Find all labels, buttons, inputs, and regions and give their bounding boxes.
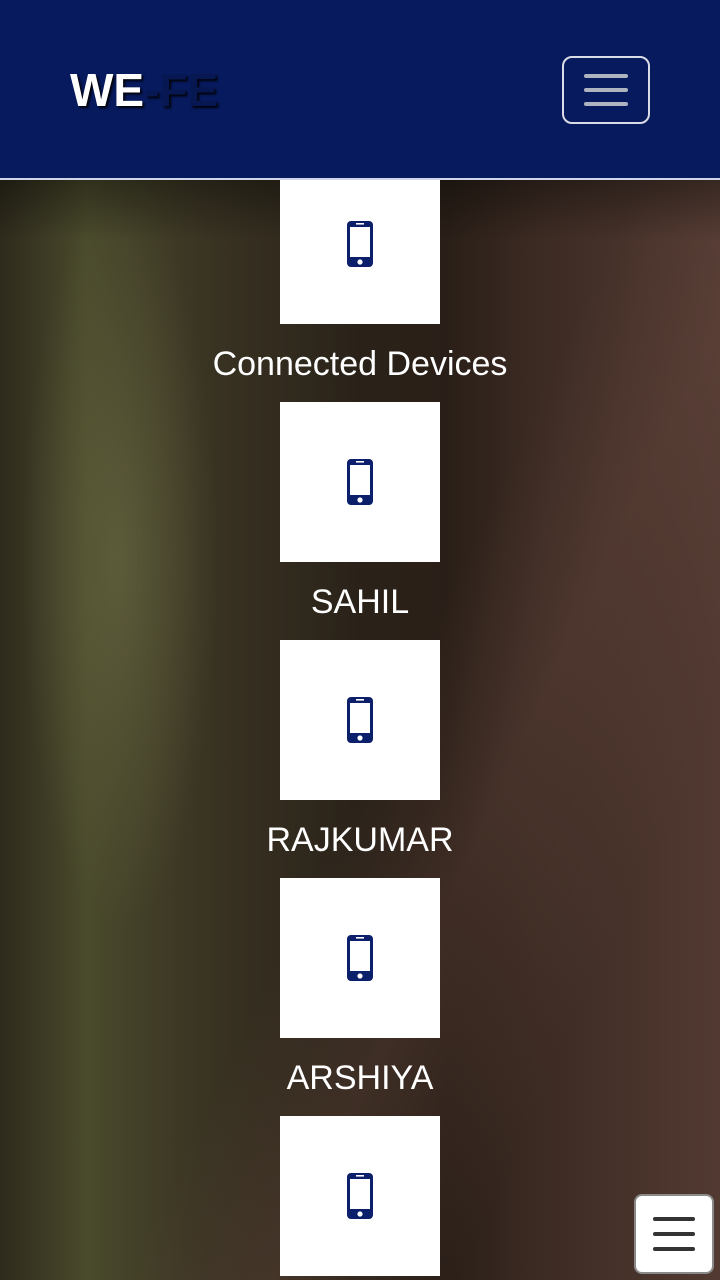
floating-menu-button[interactable]: [634, 1194, 714, 1274]
device-name: ARSHIYA: [286, 1059, 434, 1097]
device-name: SAHIL: [310, 583, 410, 621]
smartphone-icon: [347, 459, 373, 505]
device-card[interactable]: [280, 878, 440, 1038]
device-card[interactable]: [280, 1116, 440, 1276]
device-name: RAJKUMAR: [266, 821, 454, 859]
navbar-toggle-button[interactable]: [562, 56, 650, 124]
smartphone-icon: [347, 221, 373, 267]
hamburger-icon-line: [584, 88, 628, 92]
section-title: Connected Devices: [212, 345, 508, 383]
brand-fe: -FE: [144, 64, 219, 116]
device-card[interactable]: [280, 402, 440, 562]
smartphone-icon: [347, 1173, 373, 1219]
hamburger-icon-line: [653, 1247, 695, 1251]
smartphone-icon: [347, 697, 373, 743]
hamburger-icon-line: [653, 1217, 695, 1221]
device-card[interactable]: [280, 164, 440, 324]
hamburger-icon-line: [653, 1232, 695, 1236]
brand-logo[interactable]: WE-FE: [70, 62, 218, 118]
brand-we: WE: [70, 64, 145, 116]
hamburger-icon-line: [584, 74, 628, 78]
device-list: Connected Devices SAHIL RAJKUMAR ARSHIYA: [0, 164, 720, 1280]
hamburger-icon-line: [584, 102, 628, 106]
smartphone-icon: [347, 935, 373, 981]
navbar: WE-FE: [0, 0, 720, 180]
device-card[interactable]: [280, 640, 440, 800]
